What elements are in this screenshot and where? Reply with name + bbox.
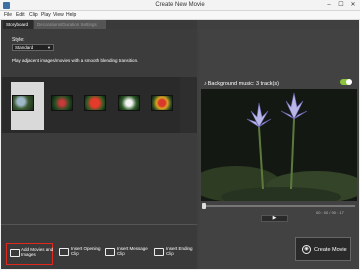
minimize-button[interactable]: – (323, 1, 335, 10)
film-reel-icon: ◉ (302, 245, 311, 254)
clip-thumbnail[interactable] (118, 95, 140, 111)
tab-decorations-duration[interactable]: Decorations/Duration Settings (34, 20, 106, 29)
music-note-icon: ♪ (204, 81, 207, 87)
style-label: Style: (12, 37, 25, 43)
add-movies-images-label: Add Movies and Images (21, 247, 54, 257)
menu-bar: File Edit Clip Play View Help (0, 11, 360, 20)
playback-time: 00 : 00 / 00 : 17 (316, 210, 344, 215)
add-movies-images-button[interactable]: Add Movies and Images (6, 243, 53, 265)
main-area: Storyboard Decorations/Duration Settings… (1, 20, 359, 269)
insert-message-clip-button[interactable]: Insert Message Clip (105, 243, 148, 265)
clip-insert-icon (154, 248, 164, 256)
background-music-label: ♪Background music: 3 track(s) (204, 81, 279, 87)
tab-bar: Storyboard Decorations/Duration Settings (1, 20, 197, 29)
menu-help[interactable]: Help (66, 12, 76, 19)
clip-insert-icon (105, 248, 115, 256)
insert-message-clip-label: Insert Message Clip (117, 246, 148, 256)
insert-opening-clip-button[interactable]: Insert Opening Clip (59, 243, 101, 265)
film-add-icon (10, 249, 20, 257)
video-preview (201, 89, 357, 201)
window-title: Create New Movie (155, 2, 205, 8)
clip-thumbnail[interactable] (151, 95, 173, 111)
clip-thumbnail[interactable] (51, 95, 73, 111)
insert-ending-clip-label: Insert Ending Clip (166, 246, 193, 256)
background-music-text: Background music: 3 track(s) (207, 81, 279, 87)
background-music-toggle[interactable] (340, 79, 352, 85)
insert-opening-clip-label: Insert Opening Clip (71, 246, 101, 256)
menu-clip[interactable]: Clip (29, 12, 38, 19)
style-description: Play adjacent images/movies with a smoot… (12, 58, 139, 63)
seek-handle[interactable] (202, 203, 206, 209)
clip-thumbnail[interactable] (84, 95, 106, 111)
tab-storyboard[interactable]: Storyboard (3, 20, 33, 29)
water-lily-image (201, 89, 357, 201)
create-movie-button[interactable]: ◉ Create Movie (295, 237, 351, 261)
title-bar: Create New Movie – ☐ ✕ (0, 0, 360, 11)
toggle-knob (346, 79, 352, 85)
seek-bar[interactable] (202, 203, 355, 209)
insert-ending-clip-button[interactable]: Insert Ending Clip (154, 243, 196, 265)
clip-insert-icon (59, 248, 69, 256)
bottom-toolbar: Add Movies and Images Insert Opening Cli… (1, 224, 197, 269)
close-button[interactable]: ✕ (347, 1, 359, 10)
menu-edit[interactable]: Edit (16, 12, 25, 19)
storyboard-panel: Style: Standard ▼ Play adjacent images/m… (1, 29, 197, 269)
maximize-button[interactable]: ☐ (335, 1, 347, 10)
menu-view[interactable]: View (53, 12, 64, 19)
chevron-down-icon: ▼ (47, 45, 51, 50)
create-movie-label: Create Movie (314, 247, 347, 253)
menu-file[interactable]: File (4, 12, 12, 19)
style-dropdown[interactable]: Standard ▼ (12, 44, 54, 51)
play-button[interactable]: ▶ (261, 215, 288, 222)
storyboard-strip (2, 77, 180, 133)
menu-play[interactable]: Play (41, 12, 51, 19)
clip-thumbnail[interactable] (12, 95, 34, 111)
storyboard-scroll-area (180, 77, 197, 133)
preview-panel: ♪Background music: 3 track(s) 00: 00 / … (199, 29, 359, 269)
style-selected-value: Standard (15, 45, 34, 50)
play-icon: ▶ (272, 215, 277, 221)
